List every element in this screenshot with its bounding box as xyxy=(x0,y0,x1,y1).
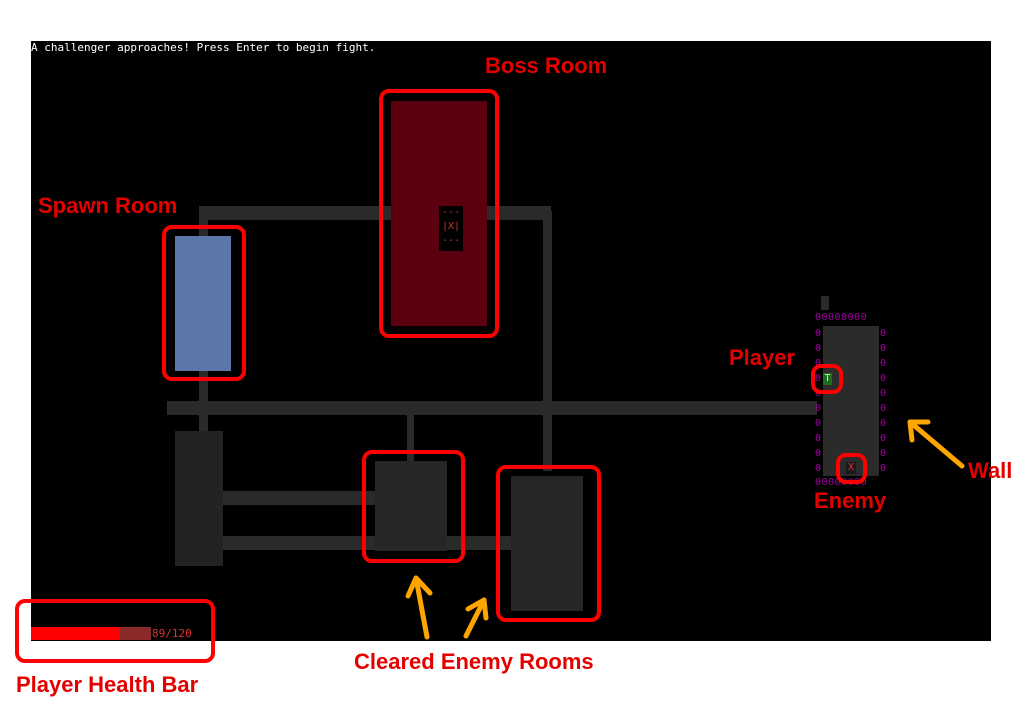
wall-arrow-icon xyxy=(907,419,965,469)
cleared-room-arrow-icon xyxy=(405,575,433,640)
cleared-room-arrow-icon xyxy=(463,597,489,639)
annotation-arrows xyxy=(405,419,965,640)
